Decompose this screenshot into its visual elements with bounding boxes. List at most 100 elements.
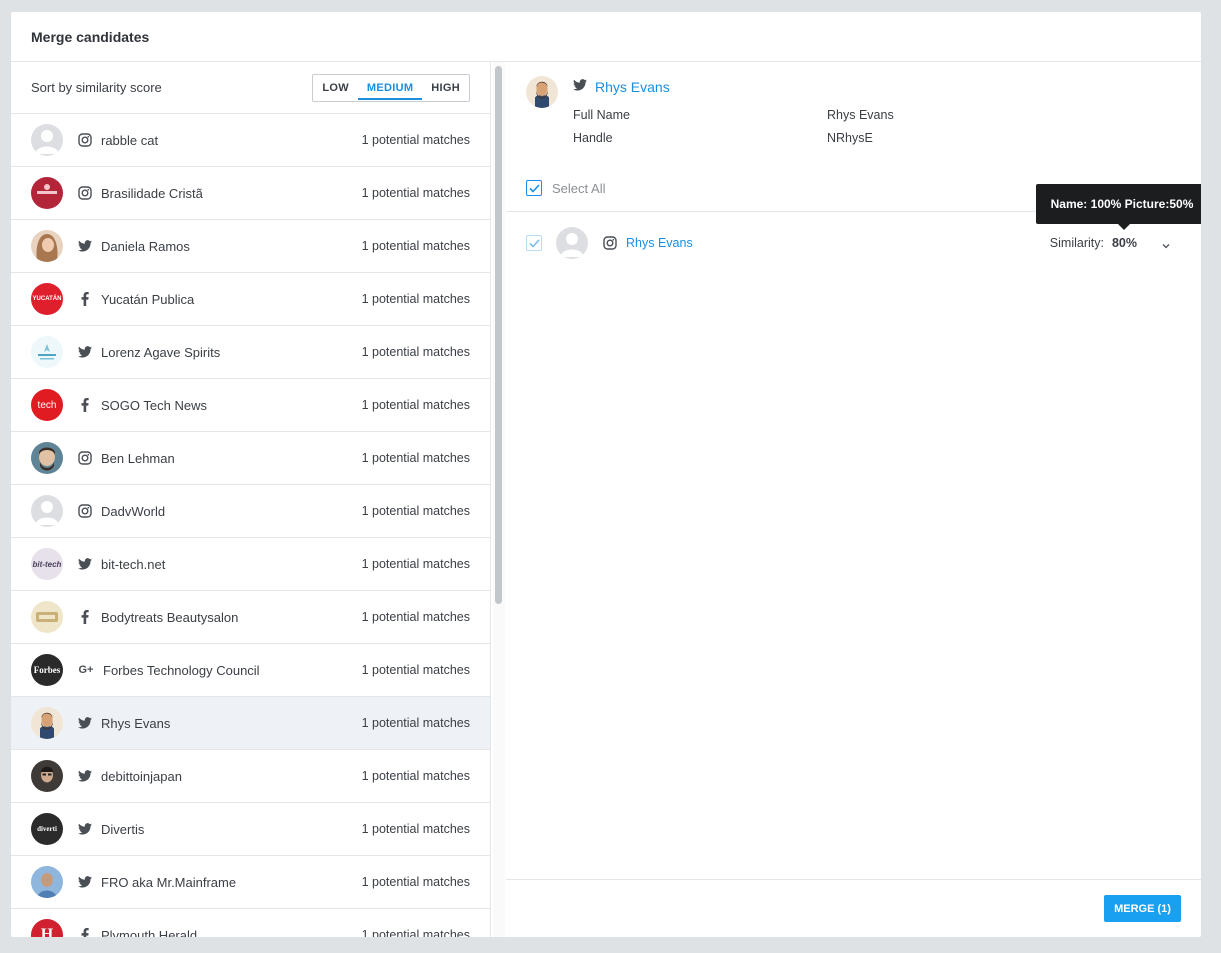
full-name-value: Rhys Evans xyxy=(827,108,894,122)
avatar: tech xyxy=(31,389,63,421)
candidate-name: DadvWorld xyxy=(101,503,166,519)
avatar: diverti xyxy=(31,813,63,845)
twitter-icon xyxy=(573,78,587,96)
sort-low-button[interactable]: LOW xyxy=(313,75,358,101)
avatar xyxy=(31,760,63,792)
candidate-name: Lorenz Agave Spirits xyxy=(101,344,221,360)
avatar-text: YUCATÁN xyxy=(32,296,62,302)
list-item[interactable]: Rhys Evans 1 potential matches xyxy=(11,697,490,750)
list-item[interactable]: Brasilidade Cristã 1 potential matches xyxy=(11,167,490,220)
list-item[interactable]: Forbes G+ Forbes Technology Council 1 po… xyxy=(11,644,490,697)
candidate-name: Daniela Ramos xyxy=(101,238,190,254)
merge-candidates-panel: Merge candidates Sort by similarity scor… xyxy=(11,12,1201,937)
list-item[interactable]: YUCATÁN Yucatán Publica 1 potential matc… xyxy=(11,273,490,326)
list-item[interactable]: FRO aka Mr.Mainframe 1 potential matches xyxy=(11,856,490,909)
twitter-icon xyxy=(78,239,92,253)
select-all-checkbox[interactable] xyxy=(526,180,542,196)
avatar xyxy=(31,707,63,739)
sort-label: Sort by similarity score xyxy=(31,80,162,95)
full-name-label: Full Name xyxy=(573,108,630,122)
avatar xyxy=(31,124,63,156)
candidate-name: Rhys Evans xyxy=(101,715,171,731)
similarity-segmented-control: LOW MEDIUM HIGH xyxy=(312,73,470,102)
list-item[interactable]: tech SOGO Tech News 1 potential matches xyxy=(11,379,490,432)
sort-medium-button[interactable]: MEDIUM xyxy=(357,75,423,101)
avatar-text: Forbes xyxy=(33,665,61,675)
candidate-name: Yucatán Publica xyxy=(101,291,195,307)
list-item[interactable]: rabble cat 1 potential matches xyxy=(11,114,490,167)
avatar: H xyxy=(31,919,63,937)
avatar xyxy=(556,227,588,259)
avatar-text: H xyxy=(40,926,54,937)
twitter-icon xyxy=(78,875,92,889)
match-count: 1 potential matches xyxy=(361,292,470,306)
list-item[interactable]: diverti Divertis 1 potential matches xyxy=(11,803,490,856)
similarity-value[interactable]: 80% xyxy=(1112,236,1137,250)
match-checkbox[interactable] xyxy=(526,235,542,251)
select-all-label: Select All xyxy=(552,180,606,196)
candidate-name: FRO aka Mr.Mainframe xyxy=(101,874,237,890)
chevron-down-icon[interactable] xyxy=(1161,238,1171,249)
candidate-name: bit-tech.net xyxy=(101,556,166,572)
candidate-name: Brasilidade Cristã xyxy=(101,185,203,201)
profile-avatar xyxy=(526,76,558,108)
handle-value: NRhysE xyxy=(827,131,873,145)
sort-bar: Sort by similarity score LOW MEDIUM HIGH xyxy=(11,62,490,114)
list-item[interactable]: Ben Lehman 1 potential matches xyxy=(11,432,490,485)
match-count: 1 potential matches xyxy=(361,557,470,571)
match-count: 1 potential matches xyxy=(361,186,470,200)
avatar: Forbes xyxy=(31,654,63,686)
instagram-icon xyxy=(78,186,92,200)
twitter-icon xyxy=(78,557,92,571)
handle-label: Handle xyxy=(573,131,613,145)
facebook-icon xyxy=(78,610,92,624)
list-item[interactable]: bit-tech bit-tech.net 1 potential matche… xyxy=(11,538,490,591)
candidate-name: Ben Lehman xyxy=(101,450,175,466)
instagram-icon xyxy=(603,236,617,250)
avatar xyxy=(31,230,63,262)
list-item[interactable]: DadvWorld 1 potential matches xyxy=(11,485,490,538)
list-item[interactable]: H Plymouth Herald 1 potential matches xyxy=(11,909,490,937)
similarity-tooltip: Name: 100% Picture:50% xyxy=(1036,184,1201,230)
list-item[interactable]: Lorenz Agave Spirits 1 potential matches xyxy=(11,326,490,379)
avatar xyxy=(31,177,63,209)
twitter-icon xyxy=(78,769,92,783)
match-count: 1 potential matches xyxy=(361,663,470,677)
twitter-icon xyxy=(78,716,92,730)
googleplus-icon: G+ xyxy=(78,664,94,676)
candidate-name: SOGO Tech News xyxy=(101,397,207,413)
match-name-link[interactable]: Rhys Evans xyxy=(626,236,1050,250)
match-count: 1 potential matches xyxy=(361,451,470,465)
similarity-label: Similarity: xyxy=(1049,236,1104,250)
avatar xyxy=(31,336,63,368)
match-count: 1 potential matches xyxy=(361,769,470,783)
divider xyxy=(506,879,1201,880)
list-item[interactable]: Daniela Ramos 1 potential matches xyxy=(11,220,490,273)
twitter-icon xyxy=(78,345,92,359)
avatar: YUCATÁN xyxy=(31,283,63,315)
merge-button[interactable]: MERGE (1) xyxy=(1104,895,1181,922)
match-row: Rhys Evans Similarity: 80% xyxy=(526,227,1171,259)
candidate-name: rabble cat xyxy=(101,132,159,148)
candidate-list: rabble cat 1 potential matches Brasilida… xyxy=(11,114,490,937)
match-count: 1 potential matches xyxy=(361,822,470,836)
match-count: 1 potential matches xyxy=(361,928,470,937)
candidate-name: Divertis xyxy=(101,821,145,837)
list-item[interactable]: Bodytreats Beautysalon 1 potential match… xyxy=(11,591,490,644)
avatar: bit-tech xyxy=(31,548,63,580)
list-item[interactable]: debittoinjapan 1 potential matches xyxy=(11,750,490,803)
panel-header: Merge candidates xyxy=(11,12,1201,62)
avatar-text: tech xyxy=(37,399,57,411)
facebook-icon xyxy=(78,292,92,306)
candidate-name: Plymouth Herald xyxy=(101,927,198,938)
match-count: 1 potential matches xyxy=(361,133,470,147)
select-all[interactable]: Select All xyxy=(526,180,605,196)
sort-high-button[interactable]: HIGH xyxy=(422,75,469,101)
avatar-text: diverti xyxy=(37,825,57,833)
avatar xyxy=(31,866,63,898)
profile-name-link[interactable]: Rhys Evans xyxy=(595,79,670,95)
list-scrollbar[interactable] xyxy=(493,62,505,937)
scrollbar-thumb[interactable] xyxy=(495,66,502,604)
match-count: 1 potential matches xyxy=(361,504,470,518)
match-count: 1 potential matches xyxy=(361,398,470,412)
